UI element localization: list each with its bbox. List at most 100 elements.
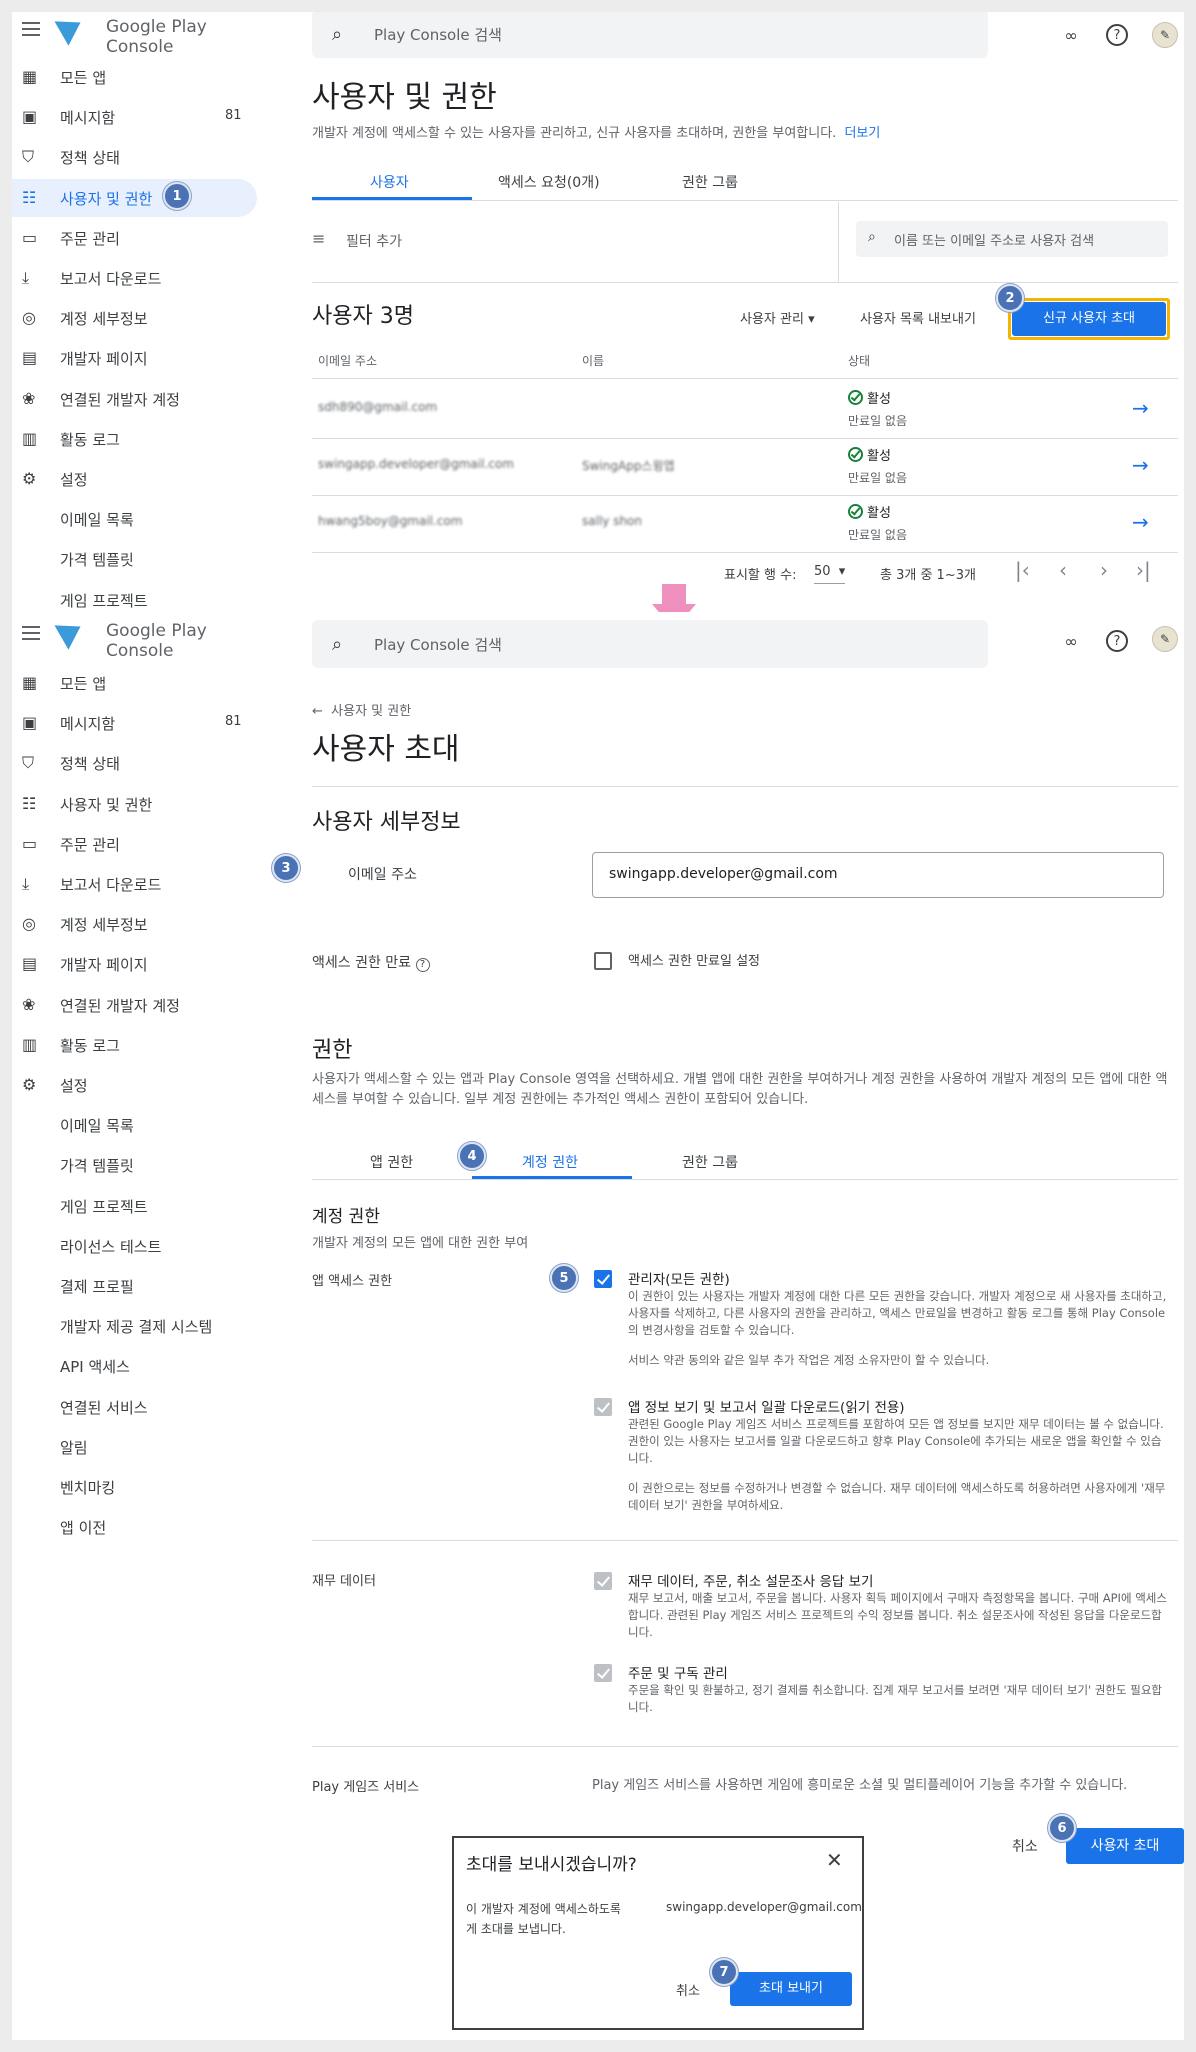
- user-email: sdh890@gmail.com: [318, 400, 438, 414]
- sidebar-item[interactable]: ☷ 사용자 및 권한: [12, 178, 257, 217]
- sidebar-item-label: API 액세스: [60, 1358, 130, 1377]
- step-marker-5: 5: [550, 1264, 578, 1292]
- sidebar-item[interactable]: 가격 템플릿: [12, 1146, 257, 1184]
- sidebar-item[interactable]: ⤓ 보고서 다운로드: [12, 865, 257, 903]
- email-field[interactable]: swingapp.developer@gmail.com: [592, 852, 1164, 898]
- sidebar-item[interactable]: ▥ 활동 로그: [12, 420, 257, 458]
- view-app-info-checkbox[interactable]: [594, 1398, 612, 1416]
- sidebar-item[interactable]: 연결된 서비스: [12, 1388, 257, 1426]
- help-icon[interactable]: ?: [1106, 24, 1128, 46]
- sidebar-item[interactable]: API 액세스: [12, 1347, 257, 1385]
- invite-user-button[interactable]: 신규 사용자 초대: [1012, 302, 1166, 336]
- sidebar-item-label: 벤치마킹: [60, 1479, 116, 1497]
- tab-permission-groups[interactable]: 권한 그룹: [682, 172, 738, 192]
- pagination-range: 총 3개 중 1~3개: [880, 568, 976, 583]
- sidebar-item[interactable]: ⛉ 정책 상태: [12, 744, 257, 782]
- expiry-label-text: 액세스 권한 만료: [312, 955, 412, 971]
- open-user-arrow-icon[interactable]: →: [1132, 396, 1149, 420]
- sidebar-item[interactable]: 앱 이전: [12, 1508, 257, 1546]
- page-icon: ▤: [22, 954, 38, 974]
- menu-icon[interactable]: [22, 626, 40, 640]
- tab-app-permissions[interactable]: 앱 권한: [370, 1152, 413, 1172]
- sidebar-item[interactable]: 게임 프로젝트: [12, 581, 257, 610]
- global-search[interactable]: ⌕ Play Console 검색: [312, 12, 988, 58]
- sidebar-item[interactable]: ▣ 메시지함 81: [12, 98, 257, 136]
- sidebar-item[interactable]: ▤ 개발자 페이지: [12, 945, 257, 983]
- sidebar-item[interactable]: ◎ 계정 세부정보: [12, 905, 257, 943]
- avatar[interactable]: ✎: [1152, 22, 1178, 48]
- link-icon[interactable]: ∞: [1058, 630, 1084, 656]
- sidebar-item[interactable]: ▭ 주문 관리: [12, 825, 257, 863]
- avatar[interactable]: ✎: [1152, 626, 1178, 652]
- manage-users-dropdown[interactable]: 사용자 관리 ▾: [740, 308, 815, 327]
- sidebar-item[interactable]: ❀ 연결된 개발자 계정: [12, 380, 257, 418]
- admin-checkbox[interactable]: [594, 1270, 612, 1288]
- palette-icon: ❀: [22, 388, 36, 408]
- sidebar-item[interactable]: ▥ 활동 로그: [12, 1026, 257, 1064]
- open-user-arrow-icon[interactable]: →: [1132, 510, 1149, 534]
- view-finance-checkbox[interactable]: [594, 1572, 612, 1590]
- export-users-button[interactable]: 사용자 목록 내보내기: [860, 308, 976, 327]
- dialog-cancel-button[interactable]: 취소: [676, 1980, 700, 1999]
- user-search-input[interactable]: ⌕ 이름 또는 이메일 주소로 사용자 검색: [856, 221, 1168, 257]
- sidebar-item[interactable]: ▤ 개발자 페이지: [12, 339, 257, 377]
- sidebar-item[interactable]: ⚙ 설정: [12, 460, 257, 498]
- more-link[interactable]: 더보기: [844, 126, 880, 141]
- email-value: swingapp.developer@gmail.com: [609, 866, 838, 882]
- expiry-checkbox[interactable]: [594, 952, 612, 970]
- link-icon[interactable]: ∞: [1058, 24, 1084, 50]
- footer-invite-button[interactable]: 사용자 초대: [1066, 1828, 1184, 1864]
- sidebar-item[interactable]: 라이선스 테스트: [12, 1227, 257, 1265]
- sidebar-item[interactable]: 가격 템플릿: [12, 540, 257, 578]
- rows-per-page-label: 표시할 행 수:: [724, 568, 797, 583]
- column-status: 상태: [848, 354, 871, 368]
- sidebar-item-count: 81: [225, 714, 242, 730]
- tab-account-permissions[interactable]: 계정 권한: [522, 1152, 578, 1172]
- filter-icon[interactable]: ≡: [312, 229, 325, 248]
- sidebar-item[interactable]: ☷ 사용자 및 권한: [12, 785, 257, 823]
- open-user-arrow-icon[interactable]: →: [1132, 453, 1149, 477]
- sidebar-item-label: 게임 프로젝트: [60, 591, 148, 610]
- sidebar-item[interactable]: ⛉ 정책 상태: [12, 138, 257, 176]
- sidebar-item[interactable]: 벤치마킹: [12, 1468, 257, 1506]
- sidebar-item[interactable]: ▦ 모든 앱: [12, 58, 257, 96]
- sidebar-item[interactable]: 이메일 목록: [12, 500, 257, 538]
- help-icon[interactable]: ?: [1106, 630, 1128, 652]
- sidebar-item[interactable]: ▦ 모든 앱: [12, 664, 257, 702]
- status-label: 활성: [867, 506, 891, 521]
- send-invite-button[interactable]: 초대 보내기: [730, 1972, 852, 2006]
- user-status: 활성: [848, 388, 891, 407]
- sidebar-item[interactable]: 게임 프로젝트: [12, 1187, 257, 1225]
- sidebar-item[interactable]: ▭ 주문 관리: [12, 219, 257, 257]
- last-page-icon[interactable]: ›|: [1136, 558, 1151, 582]
- menu-icon[interactable]: [22, 22, 40, 36]
- sidebar-item-label: 앱 이전: [60, 1519, 107, 1538]
- next-page-icon[interactable]: ›: [1100, 558, 1108, 582]
- first-page-icon[interactable]: |‹: [1015, 558, 1030, 582]
- sidebar-item[interactable]: ❀ 연결된 개발자 계정: [12, 986, 257, 1024]
- sidebar-item[interactable]: ⚙ 설정: [12, 1066, 257, 1104]
- close-icon[interactable]: ✕: [826, 1848, 843, 1872]
- footer-cancel-button[interactable]: 취소: [1012, 1836, 1038, 1856]
- back-link[interactable]: ← 사용자 및 권한: [312, 700, 411, 719]
- users-icon: ☷: [22, 793, 37, 813]
- user-search-placeholder: 이름 또는 이메일 주소로 사용자 검색: [894, 234, 1095, 249]
- filter-add[interactable]: 필터 추가: [346, 231, 402, 251]
- tab-permission-groups[interactable]: 권한 그룹: [682, 1152, 738, 1172]
- sidebar-item[interactable]: 이메일 목록: [12, 1106, 257, 1144]
- step-marker-7: 7: [710, 1958, 738, 1986]
- user-expiry: 만료일 없음: [848, 528, 908, 542]
- sidebar-item[interactable]: 개발자 제공 결제 시스템: [12, 1307, 257, 1345]
- help-icon[interactable]: ?: [415, 958, 430, 972]
- manage-orders-checkbox[interactable]: [594, 1664, 612, 1682]
- rows-per-page-select[interactable]: 50 ▾: [814, 564, 846, 584]
- tab-access-requests[interactable]: 액세스 요청(0개): [498, 172, 600, 192]
- sidebar-item[interactable]: 알림: [12, 1428, 257, 1466]
- sidebar-item[interactable]: ◎ 계정 세부정보: [12, 299, 257, 337]
- sidebar-item[interactable]: 결제 프로필: [12, 1267, 257, 1305]
- global-search[interactable]: ⌕ Play Console 검색: [312, 620, 988, 668]
- sidebar-item[interactable]: ⤓ 보고서 다운로드: [12, 259, 257, 297]
- sidebar-item[interactable]: ▣ 메시지함 81: [12, 704, 257, 742]
- prev-page-icon[interactable]: ‹: [1059, 558, 1067, 582]
- tab-users[interactable]: 사용자: [370, 172, 409, 192]
